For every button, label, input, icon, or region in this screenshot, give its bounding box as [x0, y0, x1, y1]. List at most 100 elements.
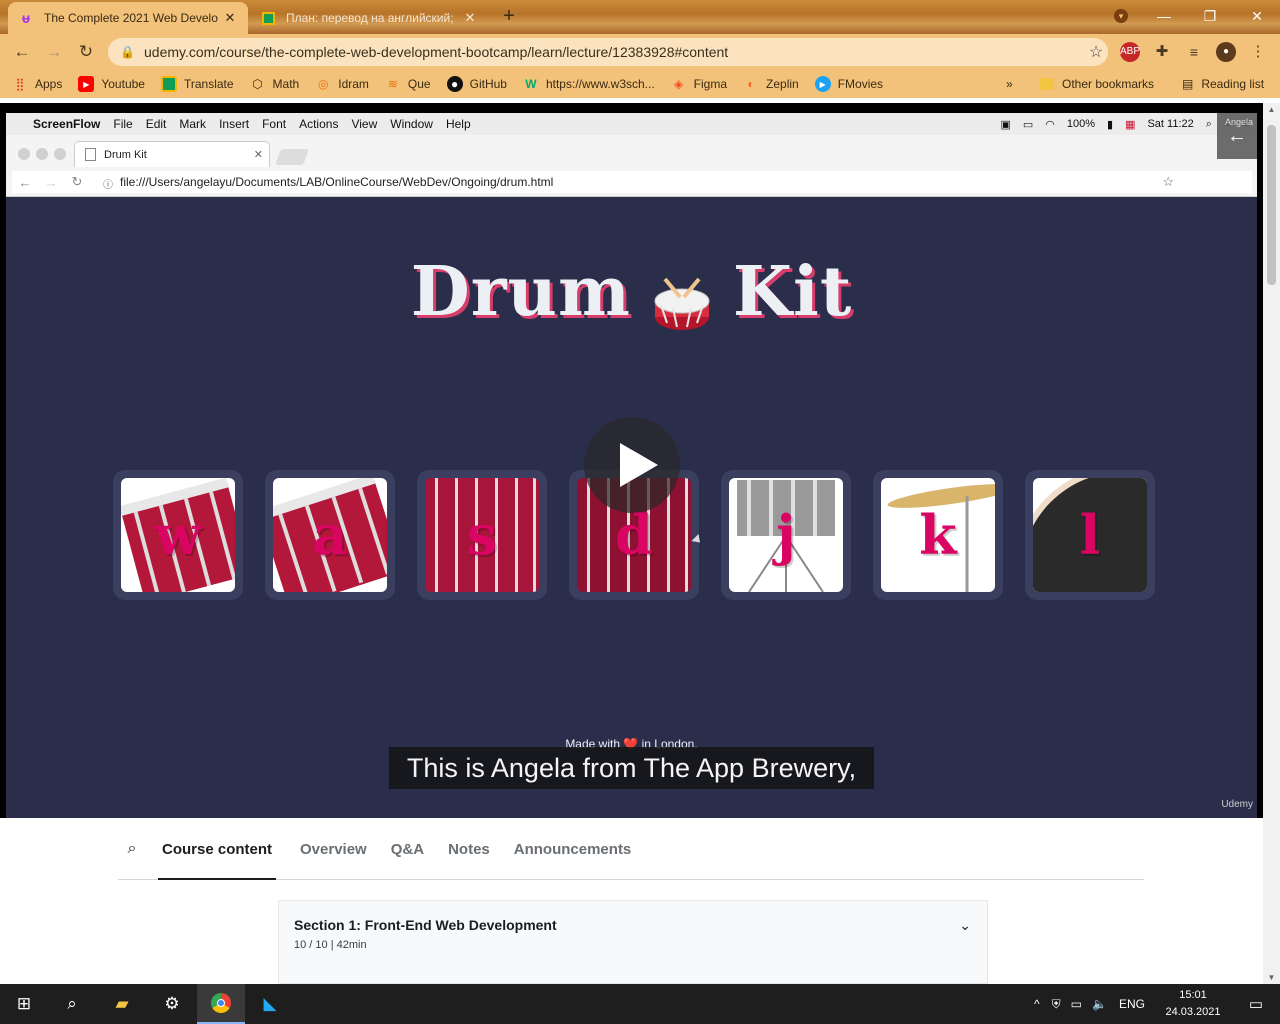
cube-icon: ⬡: [252, 77, 263, 91]
zeplin-icon: ◐: [747, 77, 755, 91]
avatar[interactable]: ●: [1216, 42, 1236, 62]
scroll-up-icon[interactable]: ▲: [1263, 105, 1280, 114]
video-player[interactable]: ScreenFlow File Edit Mark Insert Font Ac…: [0, 103, 1263, 818]
drum-button-j[interactable]: j: [721, 470, 851, 600]
close-tab-icon[interactable]: ✕: [462, 10, 478, 26]
traffic-light-close: [18, 148, 30, 160]
notification-center-icon[interactable]: ▭: [1232, 984, 1280, 1024]
traffic-light-minimize: [36, 148, 48, 160]
windows-start-icon[interactable]: ⊞: [0, 984, 48, 1024]
scroll-down-icon[interactable]: ▼: [1263, 973, 1280, 982]
language-indicator[interactable]: ENG: [1119, 997, 1145, 1011]
drum-button-w[interactable]: w: [113, 470, 243, 600]
new-tab-button[interactable]: +: [498, 6, 520, 28]
reading-list[interactable]: ▤ Reading list: [1182, 70, 1264, 98]
forward-icon[interactable]: →: [42, 40, 66, 64]
tab-qa[interactable]: Q&A: [391, 840, 424, 880]
ext-label: Angela: [1224, 117, 1253, 127]
search-icon[interactable]: ⌕: [118, 840, 146, 858]
tab-course-content[interactable]: Course content: [158, 840, 277, 880]
menu-icon[interactable]: ⋮: [1248, 42, 1268, 62]
inner-new-tab: [275, 149, 309, 165]
bookmark-fmovies[interactable]: ▶ FMovies: [814, 76, 883, 92]
drum-button-a[interactable]: a: [265, 470, 395, 600]
menu-screenflow: ScreenFlow: [33, 117, 101, 131]
volume-icon[interactable]: 🔈: [1092, 997, 1107, 1011]
reload-icon[interactable]: ↻: [74, 40, 98, 64]
stack-icon: ≋: [387, 77, 398, 91]
inner-tab: Drum Kit ✕: [74, 141, 270, 167]
tab-search-icon[interactable]: ▾: [1114, 9, 1128, 23]
search-icon[interactable]: ⌕: [48, 984, 96, 1024]
document-icon: [85, 148, 96, 161]
chevron-up-icon[interactable]: ^: [1034, 997, 1040, 1011]
extensions-icon[interactable]: ✚: [1152, 42, 1172, 62]
folder-icon: [1040, 78, 1054, 90]
bookmarks-overflow-button[interactable]: »: [1006, 70, 1013, 98]
bookmark-figma[interactable]: ◈ Figma: [671, 76, 727, 92]
close-icon: ✕: [253, 149, 263, 161]
translate-icon: [160, 76, 177, 92]
browser-tab-doc[interactable]: План: перевод на английский; ✕: [250, 2, 488, 34]
file-explorer-icon[interactable]: ▰: [98, 984, 146, 1024]
tab-announcements[interactable]: Announcements: [514, 840, 632, 880]
bookmark-star-icon[interactable]: ☆: [1084, 42, 1108, 62]
bookmark-zeplin[interactable]: ◐ Zeplin: [743, 76, 798, 92]
url-text: udemy.com/course/the-complete-web-develo…: [144, 44, 729, 60]
inner-url: file:///Users/angelayu/Documents/LAB/Onl…: [120, 175, 554, 189]
bookmark-translate[interactable]: Translate: [160, 76, 234, 92]
inner-star-icon: ☆: [1162, 174, 1174, 189]
drum-button-l[interactable]: l: [1025, 470, 1155, 600]
tab-notes[interactable]: Notes: [448, 840, 490, 880]
bookmark-github[interactable]: ● GitHub: [446, 76, 507, 92]
bookmark-idram[interactable]: ◎ Idram: [315, 76, 369, 92]
camera-icon: ▣: [1000, 118, 1011, 131]
chrome-icon[interactable]: [197, 984, 245, 1024]
browser-toolbar: ← → ↻ 🔒 udemy.com/course/the-complete-we…: [0, 34, 1280, 70]
scrollbar-thumb[interactable]: [1267, 125, 1276, 285]
bookmark-w3schools[interactable]: Whttps://www.w3sch...: [523, 76, 654, 92]
chevron-down-icon[interactable]: ⌄: [959, 917, 971, 934]
menu-help: Help: [445, 117, 471, 131]
settings-gear-icon[interactable]: ⚙: [148, 984, 196, 1024]
network-icon[interactable]: ▭: [1071, 997, 1082, 1011]
bookmark-que[interactable]: ≋ Que: [385, 76, 431, 92]
minimize-button[interactable]: —: [1141, 0, 1187, 32]
tab-overview[interactable]: Overview: [300, 840, 367, 880]
menu-insert: Insert: [219, 117, 250, 131]
taskbar-clock[interactable]: 15:01 24.03.2021: [1160, 987, 1226, 1021]
mac-menu-bar: ScreenFlow File Edit Mark Insert Font Ac…: [6, 113, 1257, 135]
other-bookmarks[interactable]: Other bookmarks: [1040, 70, 1154, 98]
close-tab-icon[interactable]: ✕: [222, 10, 238, 26]
bookmark-youtube[interactable]: ▶ Youtube: [78, 76, 145, 92]
restore-button[interactable]: ❐: [1187, 0, 1233, 32]
address-bar[interactable]: 🔒 udemy.com/course/the-complete-web-deve…: [108, 38, 1108, 66]
drum-letter: w: [154, 503, 202, 567]
drum-letter: a: [312, 503, 348, 567]
inner-reload-icon: ↻: [71, 174, 83, 189]
page-scrollbar[interactable]: ▲ ▼: [1263, 103, 1280, 984]
course-section[interactable]: Section 1: Front-End Web Development 10 …: [278, 900, 988, 984]
back-icon[interactable]: ←: [10, 40, 34, 64]
inner-browser-chrome: Drum Kit ✕ ← → ↻ ⓘ file:///Users/angelay…: [6, 113, 1257, 197]
tab-title: План: перевод на английский;: [286, 11, 454, 25]
close-window-button[interactable]: ✕: [1234, 0, 1280, 32]
menu-edit: Edit: [145, 117, 167, 131]
taskbar-date: 24.03.2021: [1165, 1006, 1221, 1018]
mac-clock: Sat 11:22: [1147, 118, 1194, 130]
drum-button-s[interactable]: s: [417, 470, 547, 600]
vscode-icon[interactable]: ◣: [246, 984, 294, 1024]
drum-letter: l: [1079, 503, 1101, 567]
shield-icon[interactable]: ⛨: [1052, 997, 1061, 1012]
adblock-icon[interactable]: ABP: [1120, 42, 1140, 62]
drum-button-k[interactable]: k: [873, 470, 1003, 600]
bookmark-math[interactable]: ⬡ Math: [250, 76, 299, 92]
inner-address-bar: ← → ↻ ⓘ file:///Users/angelayu/Documents…: [12, 171, 1252, 193]
bookmark-apps[interactable]: ⣿ Apps: [12, 76, 63, 92]
browser-tab-udemy[interactable]: ᵾ The Complete 2021 Web Develo ✕: [8, 2, 248, 34]
media-control-icon[interactable]: ≡: [1184, 42, 1204, 62]
lock-icon: 🔒: [120, 45, 135, 59]
info-icon: ⓘ: [103, 180, 113, 191]
play-circle-icon: ▶: [814, 76, 831, 92]
play-button[interactable]: [584, 417, 680, 513]
